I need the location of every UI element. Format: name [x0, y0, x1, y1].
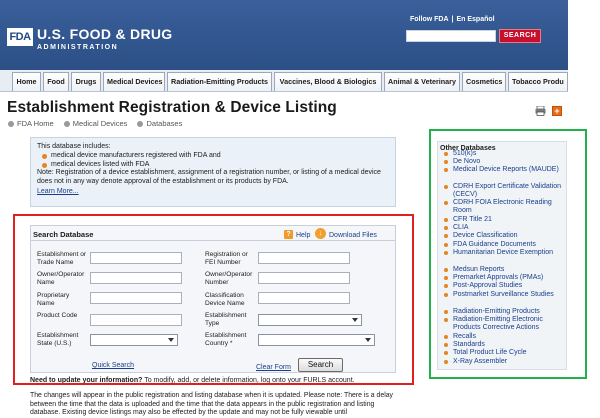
breadcrumb-item[interactable]: Databases [137, 119, 182, 128]
top-links: Follow FDA | En Español [410, 16, 495, 23]
info-note: Note: Registration of a device establish… [37, 169, 381, 186]
sidebar-highlight-box [429, 129, 587, 379]
tab-medical-devices[interactable]: Medical Devices [103, 72, 165, 91]
fda-logo[interactable]: FDA [7, 28, 33, 46]
learn-more-link[interactable]: Learn More... [37, 188, 389, 197]
page-title: Establishment Registration & Device List… [7, 99, 337, 116]
agency-subname: ADMINISTRATION [37, 44, 119, 51]
print-icon[interactable] [535, 106, 546, 116]
breadcrumb-bullet-icon [8, 120, 14, 127]
tab-drugs[interactable]: Drugs [71, 72, 101, 91]
tab-tobacco-products[interactable]: Tobacco Produ [508, 72, 568, 91]
tab-home[interactable]: Home [12, 72, 41, 91]
tab-cosmetics[interactable]: Cosmetics [462, 72, 506, 91]
info-box: This database includes: medical device m… [30, 137, 396, 207]
agency-name[interactable]: U.S. FOOD & DRUG [37, 26, 172, 42]
info-intro: This database includes: [37, 143, 111, 150]
search-highlight-box [13, 214, 414, 385]
breadcrumb-bullet-icon [63, 120, 70, 127]
breadcrumb-bullet-icon [137, 120, 144, 127]
info-bullet: medical device manufacturers registered … [37, 152, 389, 161]
info-bullet: medical devices listed with FDA [37, 161, 389, 170]
follow-fda-link[interactable]: Follow FDA [410, 16, 449, 23]
spanish-link[interactable]: En Español [456, 16, 494, 23]
breadcrumb-item[interactable]: FDA Home [8, 119, 54, 128]
tab-animal-veterinary[interactable]: Animal & Veterinary [384, 72, 460, 91]
site-search-input[interactable] [406, 30, 496, 42]
tab-food[interactable]: Food [43, 72, 69, 91]
changes-text: The changes will appear in the public re… [30, 392, 394, 417]
tab-radiation-emitting-products[interactable]: Radiation-Emitting Products [167, 72, 272, 91]
breadcrumb: FDA Home Medical Devices Databases [8, 119, 190, 128]
breadcrumb-item[interactable]: Medical Devices [63, 119, 127, 128]
site-search-button[interactable]: SEARCH [499, 29, 541, 43]
tab-vaccines-blood-biologics[interactable]: Vaccines, Blood & Biologics [274, 72, 382, 91]
separator: | [451, 16, 454, 23]
bullet-icon [42, 162, 47, 168]
bullet-icon [42, 153, 47, 159]
share-plus-icon[interactable]: + [552, 106, 562, 116]
